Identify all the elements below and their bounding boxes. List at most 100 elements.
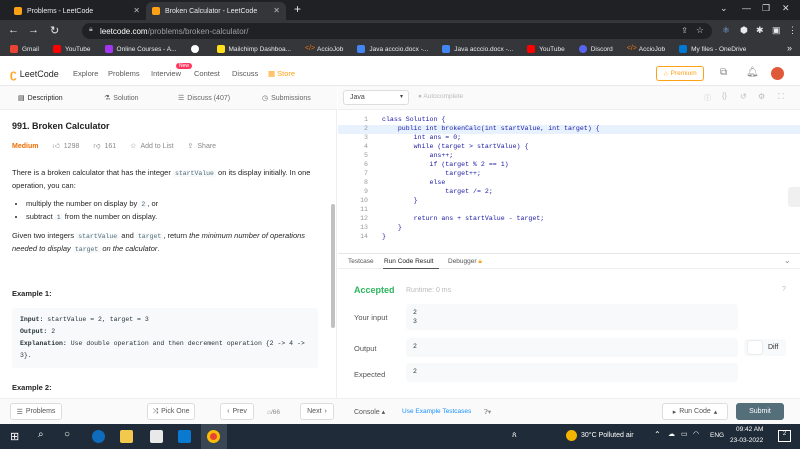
share-button[interactable]: Share [197,141,216,153]
tab-search-icon[interactable]: ⌄ [720,3,728,14]
bookmark-udemy[interactable]: Online Courses - A... [104,45,177,53]
clock-time[interactable]: 09:42 AM [736,426,763,433]
bookmark-youtube[interactable]: YouTube [52,45,91,53]
leetcode-logo[interactable]: ʗ LeetCode [10,67,59,81]
prev-button[interactable]: ‹ Prev [220,403,254,420]
code-line[interactable]: 4 while (target > startValue) { [338,143,800,152]
code-line[interactable]: 14} [338,233,800,242]
tab-description[interactable]: ▤ Description [18,94,63,103]
nav-store[interactable]: ▦ Store [268,69,295,78]
back-icon[interactable]: ← [8,24,19,36]
browser-tab-broken-calculator[interactable]: Broken Calculator - LeetCode ✕ [146,2,286,20]
more-bookmarks-icon[interactable]: » [787,43,792,53]
code-line[interactable]: 1 class Solution { [338,116,800,125]
tab-submissions[interactable]: ◷ Submissions [262,94,311,103]
extension-react-icon[interactable]: ⚛ [722,25,730,36]
fullscreen-icon[interactable]: ⛶ [778,92,784,102]
edge-icon[interactable] [92,430,105,443]
onedrive-tray-icon[interactable]: ☁ [668,430,675,438]
avatar[interactable] [771,67,784,80]
bookmark-mailchimp[interactable]: Mailchimp Dashboa... [216,45,291,53]
code-line[interactable]: 5 ans++; [338,152,800,161]
forward-icon[interactable]: → [28,24,39,36]
notification-bell-icon[interactable]: 🔔︎ [746,67,759,78]
diff-toggle[interactable]: Diff [744,339,786,356]
code-line[interactable]: 9 target /= 2; [338,188,800,197]
submit-button[interactable]: Submit [736,403,784,420]
autocomplete-toggle[interactable]: ● Autocomplete [418,93,463,100]
tab-solution[interactable]: ⚗ Solution [104,94,139,103]
info-icon[interactable]: ⓘ [704,93,711,103]
chrome-icon[interactable] [207,430,220,443]
problems-list-button[interactable]: ☰ Problems [10,403,62,420]
code-line[interactable]: 3 int ans = 0; [338,134,800,143]
tab-run-code-result[interactable]: Run Code Result [384,258,434,265]
bookmark-onedrive[interactable]: My files - OneDrive [679,45,746,53]
help-icon[interactable]: ? [782,286,786,293]
close-tab-icon[interactable]: ✕ [133,6,140,15]
menu-kebab-icon[interactable]: ⋮ [788,25,797,36]
nav-contest[interactable]: Contest [194,69,220,78]
nav-problems[interactable]: Problems [108,69,140,78]
sidepanel-icon[interactable]: ▣ [772,25,781,36]
bookmark-java-doc-1[interactable]: Java acccio.docx -... [357,45,428,53]
description-scrollbar[interactable] [331,204,335,328]
task-view-icon[interactable]: ○ [64,429,70,440]
nav-discuss[interactable]: Discuss [232,69,258,78]
share-icon[interactable]: ⇪ [681,26,688,35]
console-toggle[interactable]: Console ▴ [354,408,385,416]
tab-testcase[interactable]: Testcase [348,258,374,265]
like-icon[interactable]: 👍︎ [52,141,59,153]
battery-icon[interactable]: ▭ [681,430,688,438]
people-icon[interactable]: ጰ [512,430,517,440]
code-line[interactable]: 7 target++; [338,170,800,179]
bookmark-java-doc-2[interactable]: Java acccio.docx -... [442,45,513,53]
close-tab-icon[interactable]: ✕ [273,6,280,15]
browser-tab-problems[interactable]: Problems - LeetCode ✕ [8,2,146,20]
bookmark-star-icon[interactable]: ☆ [696,25,704,36]
next-button[interactable]: Next › [300,403,334,420]
bookmark-discord[interactable]: Discord [578,45,613,53]
clock-date[interactable]: 23-03-2022 [730,437,763,444]
bookmark-acciojob[interactable]: </> AccioJob [305,45,343,53]
bookmark-gmail[interactable]: Gmail [10,45,39,53]
minimize-icon[interactable]: — [742,3,751,13]
language-indicator[interactable]: ENG [710,432,724,439]
code-area[interactable]: 1 class Solution {2 public int brokenCalc… [338,116,800,244]
help-icon[interactable]: ❓︎▾ [484,408,491,417]
file-explorer-icon[interactable] [120,430,133,443]
code-line[interactable]: 6 if (target % 2 == 1) [338,161,800,170]
code-line[interactable]: 12 return ans + startValue - target; [338,215,800,224]
bookmark-acciojob-2[interactable]: </> AccioJob [627,45,665,53]
use-example-testcases-link[interactable]: Use Example Testcases [402,408,471,415]
premium-button[interactable]: ☆ Premium [656,66,704,81]
settings-gear-icon[interactable]: ⚙ [758,92,765,101]
tab-debugger[interactable]: Debugger 🔒︎ [448,258,482,266]
code-line[interactable]: 10 } [338,197,800,206]
collapse-chevron-icon[interactable]: ⌄ [784,256,791,265]
tab-discuss[interactable]: ☰ Discuss (407) [178,94,230,103]
pick-one-button[interactable]: ⤨ Pick One [147,403,195,420]
bookmark-youtube-2[interactable]: YouTube [527,45,565,53]
notifications-icon[interactable]: 2 [778,430,791,442]
code-line[interactable]: 2 public int brokenCalc(int startValue, … [338,125,800,134]
nav-explore[interactable]: Explore [73,69,98,78]
add-to-list-button[interactable]: Add to List [140,141,173,153]
url-field[interactable]: 🔒︎ leetcode.com/problems/broken-calculat… [82,23,712,39]
new-tab-button[interactable]: + [294,2,301,16]
reload-icon[interactable]: ↻ [50,24,59,37]
reset-icon[interactable]: ↺ [740,92,747,101]
search-icon[interactable]: ⌕ [38,429,44,440]
windows-start-icon[interactable]: ⊞ [10,430,19,443]
code-line[interactable]: 8 else [338,179,800,188]
side-panel-handle[interactable] [788,187,800,207]
weather-text[interactable]: 30°C Polluted air [581,432,634,439]
nav-interview[interactable]: Interview [151,69,181,78]
mail-icon[interactable] [178,430,191,443]
store-icon[interactable] [150,430,163,443]
code-line[interactable]: 11 [338,206,800,215]
code-line[interactable]: 13 } [338,224,800,233]
close-window-icon[interactable]: ✕ [782,3,790,14]
braces-icon[interactable]: {} [722,93,727,100]
restore-icon[interactable]: ❐ [762,3,770,14]
